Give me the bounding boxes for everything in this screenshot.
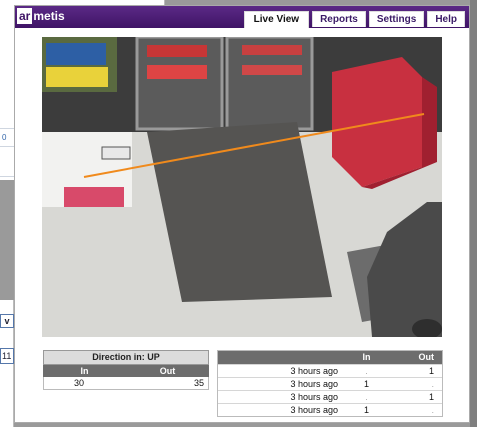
product-box (46, 67, 108, 87)
background-number: 0 (2, 133, 7, 142)
event-out: . (431, 405, 434, 415)
tab-settings[interactable]: Settings (368, 11, 425, 27)
floor-product-pink (64, 187, 124, 207)
in-count: 30 (73, 378, 84, 388)
camera-scene (42, 37, 442, 337)
window-edge (470, 0, 477, 427)
background-tab[interactable]: v (0, 314, 14, 328)
logo-text: metis (33, 9, 65, 23)
summary-out-header: Out (159, 366, 176, 376)
header-bar: ar metis Live View Reports Settings Help (15, 6, 469, 28)
events-header: In Out (218, 351, 442, 364)
event-time: 3 hours ago (290, 405, 338, 415)
floor-product-tag (101, 146, 131, 160)
background-window-lower: v 11 (0, 300, 14, 427)
event-out: . (431, 379, 434, 389)
event-in: . (365, 392, 368, 402)
event-in: . (365, 366, 368, 376)
app-window: ar metis Live View Reports Settings Help (14, 5, 470, 423)
table-row: 3 hours ago . 1 (218, 390, 442, 403)
table-row: 3 hours ago 1 . (218, 377, 442, 390)
product-box (46, 43, 106, 65)
table-row: 3 hours ago . 1 (218, 364, 442, 377)
summary-row: 30 35 (43, 377, 209, 390)
door-poster (147, 45, 207, 57)
event-time: 3 hours ago (290, 379, 338, 389)
tab-help[interactable]: Help (427, 11, 465, 27)
event-in: 1 (363, 379, 369, 389)
table-row: 3 hours ago 1 . (218, 403, 442, 416)
direction-summary-panel: Direction in: UP In Out 30 35 (43, 350, 209, 390)
time-column-header (218, 351, 344, 364)
events-table: In Out 3 hours ago . 1 3 hours ago 1 . 3… (217, 350, 443, 417)
out-column-header: Out (418, 352, 435, 362)
event-out: 1 (428, 366, 434, 376)
background-cell: 11 (0, 348, 14, 364)
direction-title: Direction in: UP (43, 350, 209, 365)
door-poster (242, 45, 302, 55)
summary-in-header: In (80, 366, 89, 376)
door-poster (242, 65, 302, 75)
event-out: 1 (428, 392, 434, 402)
door-poster (147, 65, 207, 79)
event-time: 3 hours ago (290, 392, 338, 402)
live-video-feed[interactable] (42, 37, 442, 337)
out-count: 35 (193, 378, 204, 388)
event-time: 3 hours ago (290, 366, 338, 376)
tab-live-view[interactable]: Live View (243, 11, 310, 28)
event-in: 1 (363, 405, 369, 415)
tab-reports[interactable]: Reports (312, 11, 366, 27)
summary-header: In Out (43, 365, 209, 377)
nav-tabs: Live View Reports Settings Help (243, 11, 465, 28)
logo: ar metis (17, 8, 65, 24)
logo-mark: ar (17, 8, 33, 24)
in-column-header: In (362, 352, 371, 362)
